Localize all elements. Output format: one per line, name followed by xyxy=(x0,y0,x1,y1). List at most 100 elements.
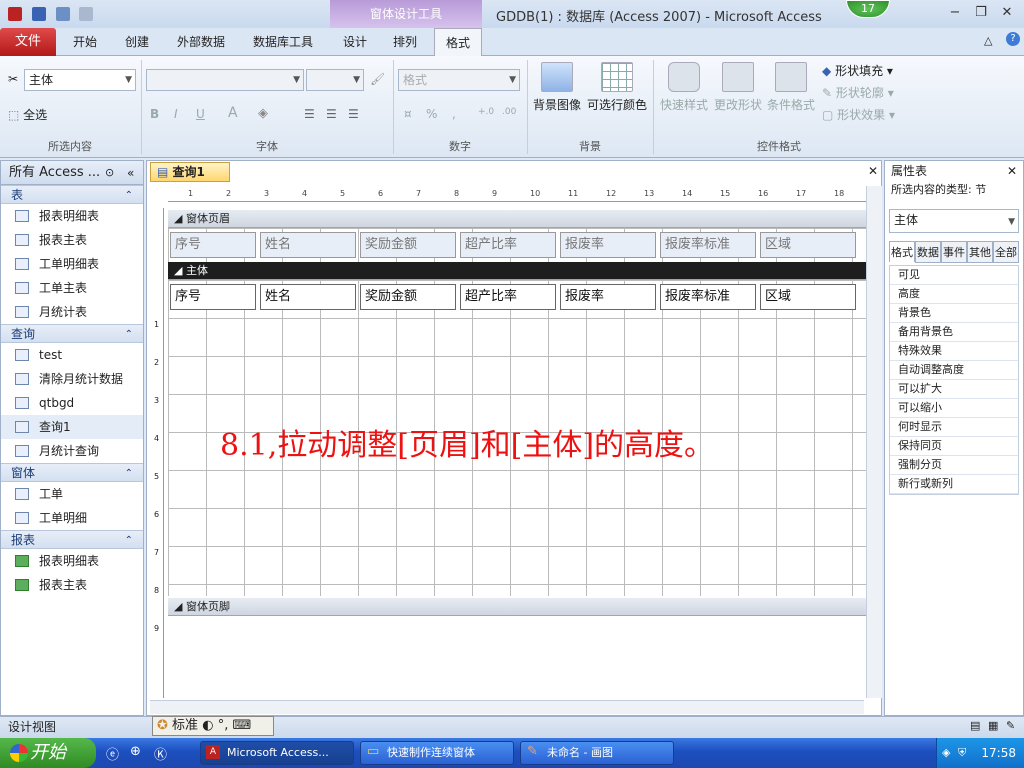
chevron-up-icon[interactable]: ⌃ xyxy=(125,186,133,205)
number-format-combo[interactable]: 格式 ▼ xyxy=(398,69,520,91)
header-label[interactable]: 姓名 xyxy=(260,232,356,258)
nav-item[interactable]: 工单 xyxy=(1,482,143,506)
nav-item[interactable]: 报表明细表 xyxy=(1,549,143,573)
close-icon[interactable]: ✕ xyxy=(996,4,1018,22)
object-combo[interactable]: 主体 ▼ xyxy=(24,69,136,91)
header-label[interactable]: 序号 xyxy=(170,232,256,258)
form-header-band[interactable]: ◢ 窗体页眉 xyxy=(168,210,866,228)
redo-icon[interactable] xyxy=(79,7,94,21)
font-color-button[interactable]: A xyxy=(228,105,238,121)
tab-external-data[interactable]: 外部数据 xyxy=(168,28,234,56)
nav-item[interactable]: 工单明细表 xyxy=(1,252,143,276)
currency-icon[interactable]: ¤ xyxy=(404,107,412,121)
tray-network-icon[interactable]: ◈ xyxy=(942,746,950,759)
property-row[interactable]: 备用背景色 xyxy=(890,323,1018,342)
nav-pane-header[interactable]: 所有 Access ... ⊙ « xyxy=(1,161,143,185)
comma-button[interactable]: , xyxy=(452,107,456,121)
nav-item[interactable]: 报表主表 xyxy=(1,573,143,597)
underline-button[interactable]: U xyxy=(196,107,205,121)
shape-effects-button[interactable]: ▢ 形状效果 ▾ xyxy=(822,106,895,123)
format-painter-icon[interactable]: 🖌 xyxy=(370,72,385,86)
chevron-up-icon[interactable]: ⌃ xyxy=(125,531,133,550)
property-row[interactable]: 特殊效果 xyxy=(890,342,1018,361)
detail-field-label[interactable]: 超产比率 xyxy=(460,284,556,310)
property-row[interactable]: 何时显示 xyxy=(890,418,1018,437)
detail-band[interactable]: ◢ 主体 xyxy=(168,262,866,280)
percent-button[interactable]: % xyxy=(426,107,437,121)
select-all-button[interactable]: ⬚ 全选 xyxy=(8,106,47,123)
undo-icon[interactable] xyxy=(55,7,70,21)
minimize-ribbon-icon[interactable]: △ xyxy=(984,34,992,47)
tab-arrange[interactable]: 排列 xyxy=(384,28,426,56)
nav-item[interactable]: 查询1 xyxy=(1,415,143,439)
property-tab[interactable]: 数据 xyxy=(915,241,941,263)
chevron-up-icon[interactable]: ⌃ xyxy=(125,325,133,344)
chevron-up-icon[interactable]: ⌃ xyxy=(125,464,133,483)
detail-field-label[interactable]: 区域 xyxy=(760,284,856,310)
align-left-icon[interactable]: ☰ xyxy=(304,107,315,121)
nav-section-header[interactable]: 窗体 ⌃ xyxy=(1,463,143,482)
property-row[interactable]: 可以扩大 xyxy=(890,380,1018,399)
nav-item[interactable]: 清除月统计数据 xyxy=(1,367,143,391)
nav-item[interactable]: 报表明细表 xyxy=(1,204,143,228)
property-row[interactable]: 可以缩小 xyxy=(890,399,1018,418)
fill-color-icon[interactable]: ◈ xyxy=(258,106,268,121)
property-object-combo[interactable]: 主体 ▼ xyxy=(889,209,1019,233)
tab-design[interactable]: 设计 xyxy=(334,28,376,56)
tray-security-icon[interactable]: ⛨ xyxy=(958,746,966,760)
decrease-decimal-icon[interactable]: .00 xyxy=(502,107,516,117)
increase-decimal-icon[interactable]: +.0 xyxy=(478,107,494,117)
detail-field-label[interactable]: 报废率 xyxy=(560,284,656,310)
collapse-pane-icon[interactable]: « xyxy=(127,161,134,185)
vertical-scrollbar[interactable] xyxy=(866,186,882,698)
nav-section-header[interactable]: 报表 ⌃ xyxy=(1,530,143,549)
background-image-button[interactable]: 背景图像 xyxy=(530,62,584,113)
property-row[interactable]: 背景色 xyxy=(890,304,1018,323)
alternate-row-color-button[interactable]: 可选行颜色 xyxy=(586,62,648,113)
property-row[interactable]: 高度 xyxy=(890,285,1018,304)
bold-button[interactable]: B xyxy=(150,107,159,121)
chevron-down-icon[interactable]: ⊙ xyxy=(105,161,114,185)
nav-item[interactable]: 月统计查询 xyxy=(1,439,143,463)
taskbar-item-folder[interactable]: 快速制作连续窗体 xyxy=(360,741,514,765)
qq-icon[interactable]: Ⓚ xyxy=(154,744,167,763)
property-tab[interactable]: 格式 xyxy=(889,241,915,262)
font-name-combo[interactable]: ▼ xyxy=(146,69,304,91)
nav-section-header[interactable]: 表 ⌃ xyxy=(1,185,143,204)
detail-field-label[interactable]: 奖励金额 xyxy=(360,284,456,310)
tab-create[interactable]: 创建 xyxy=(116,28,158,56)
design-view-icon[interactable]: ✎ xyxy=(1006,719,1015,732)
header-label[interactable]: 超产比率 xyxy=(460,232,556,258)
horizontal-scrollbar[interactable] xyxy=(150,700,864,714)
quick-styles-button[interactable]: 快速样式 xyxy=(656,62,712,113)
taskbar-item-access[interactable]: Microsoft Access... xyxy=(200,741,354,765)
file-tab[interactable]: 文件 xyxy=(0,28,56,56)
nav-item[interactable]: 报表主表 xyxy=(1,228,143,252)
tab-format[interactable]: 格式 xyxy=(434,28,482,56)
detail-field-label[interactable]: 序号 xyxy=(170,284,256,310)
form-view-icon[interactable]: ▤ xyxy=(970,719,980,732)
change-shape-button[interactable]: 更改形状 xyxy=(712,62,764,113)
property-row[interactable]: 保持同页 xyxy=(890,437,1018,456)
close-icon[interactable]: ✕ xyxy=(1007,161,1017,181)
header-label[interactable]: 报废率 xyxy=(560,232,656,258)
nav-item[interactable]: 工单主表 xyxy=(1,276,143,300)
header-label[interactable]: 区域 xyxy=(760,232,856,258)
align-right-icon[interactable]: ☰ xyxy=(348,107,359,121)
conditional-format-button[interactable]: 条件格式 xyxy=(764,62,818,113)
nav-section-header[interactable]: 查询 ⌃ xyxy=(1,324,143,343)
nav-item[interactable]: qtbgd xyxy=(1,391,143,415)
footer-section[interactable] xyxy=(168,616,866,700)
minimize-icon[interactable]: − xyxy=(944,4,966,22)
property-row[interactable]: 新行或新列 xyxy=(890,475,1018,494)
nav-item[interactable]: 工单明细 xyxy=(1,506,143,530)
document-tab[interactable]: ▤ 查询1 xyxy=(150,162,230,182)
tab-database-tools[interactable]: 数据库工具 xyxy=(244,28,322,56)
form-footer-band[interactable]: ◢ 窗体页脚 xyxy=(168,598,866,616)
property-tab[interactable]: 事件 xyxy=(941,241,967,263)
shape-outline-button[interactable]: ✎ 形状轮廓 ▾ xyxy=(822,84,894,101)
tab-home[interactable]: 开始 xyxy=(62,28,108,56)
header-label[interactable]: 报废率标准 xyxy=(660,232,756,258)
ime-toolbar[interactable]: ✪ 标准 ◐ °, ⌨ xyxy=(152,716,274,736)
close-document-icon[interactable]: ✕ xyxy=(868,164,878,178)
